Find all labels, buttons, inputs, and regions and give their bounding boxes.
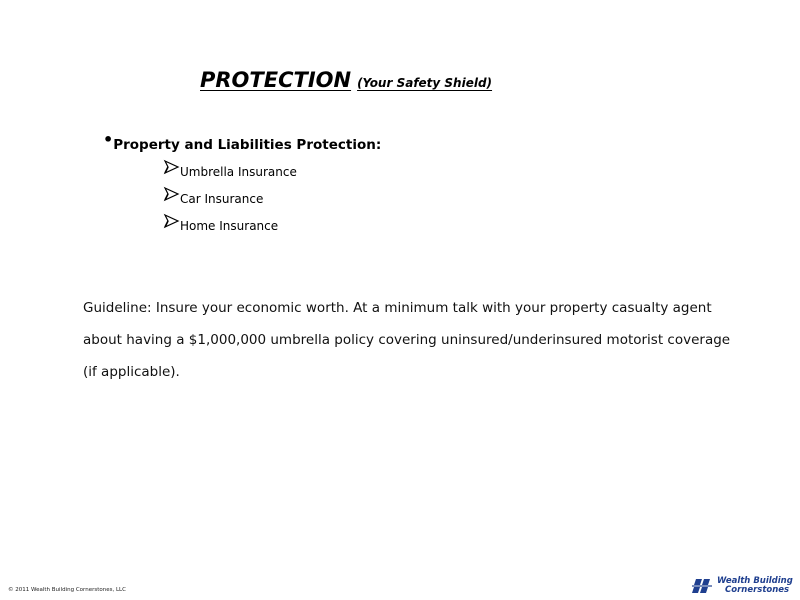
bullet-marker: • [103,130,114,149]
guideline-paragraph: Guideline: Insure your economic worth. A… [83,299,731,380]
bullet-heading-text: Property and Liabilities Protection: [113,137,382,153]
slide-title: PROTECTION (Your Safety Shield) [200,68,492,92]
title-main: PROTECTION [200,68,352,92]
list-item-label: Umbrella Insurance [180,165,297,179]
logo-line-2: Cornerstones [725,585,790,595]
logo-mark-icon [692,578,714,594]
list-item-car-insurance: Car Insurance [162,186,297,214]
logo-text: Wealth Building Cornerstones [717,577,793,595]
brand-logo: Wealth Building Cornerstones [692,577,793,595]
title-subtitle: (Your Safety Shield) [357,76,493,90]
list-item-umbrella-insurance: Umbrella Insurance [162,159,297,187]
arrow-icon [162,159,180,177]
arrow-icon [162,213,180,231]
list-item-home-insurance: Home Insurance [162,213,297,241]
sub-bullet-list: Umbrella Insurance Car Insurance Home In… [162,159,297,241]
arrow-icon [162,186,180,204]
list-item-label: Car Insurance [180,192,264,206]
footer-copyright: © 2011 Wealth Building Cornerstones, LLC [8,587,126,593]
bullet-heading: •Property and Liabilities Protection: [103,130,382,153]
list-item-label: Home Insurance [180,219,279,233]
